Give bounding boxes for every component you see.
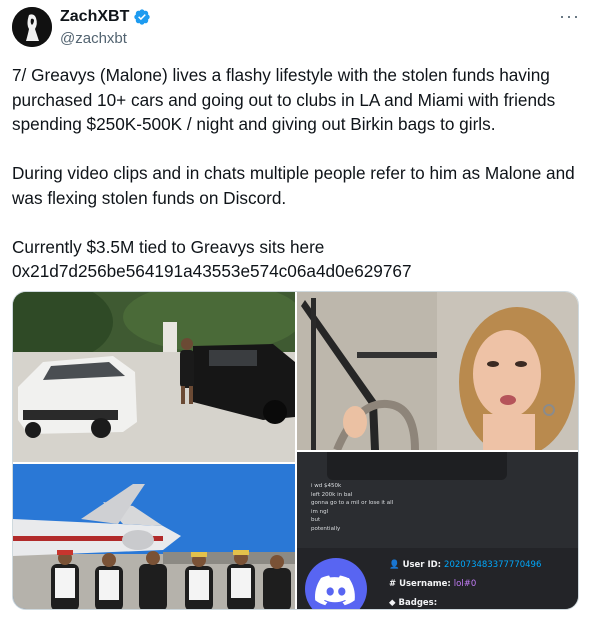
media-discord-screenshot[interactable]: i wd $450k left 200k in bal gonna go to … — [297, 452, 578, 609]
media-grid: i wd $450k left 200k in bal gonna go to … — [12, 291, 579, 610]
discord-username-label: Username: — [399, 579, 451, 589]
media-photo-cars[interactable] — [13, 292, 295, 462]
author-name-row: ZachXBT — [60, 8, 151, 26]
tweet-text: 7/ Greavys (Malone) lives a flashy lifes… — [12, 63, 587, 284]
discord-chat-line: potentially — [311, 525, 341, 532]
author-avatar[interactable] — [12, 7, 52, 47]
discord-user-id-label: User ID: — [402, 560, 442, 570]
tweet-paragraph-2: During video clips and in chats multiple… — [12, 163, 575, 208]
discord-username-value: lol#0 — [453, 579, 477, 589]
tweet: ZachXBT @zachxbt ··· 7/ Greavys (Malone)… — [0, 0, 600, 625]
media-photo-woman[interactable] — [297, 292, 578, 450]
woman-photo-image — [297, 292, 578, 450]
discord-logo-icon — [305, 558, 367, 609]
author-display-name[interactable]: ZachXBT — [60, 8, 129, 26]
badge-icon: ◆ — [389, 598, 396, 608]
discord-badges-label: Badges: — [398, 598, 438, 608]
discord-chat-line: gonna go to a mil or lose it all — [311, 500, 394, 507]
discord-username-row: # Username: lol#0 — [389, 579, 476, 589]
discord-chat-messages: i wd $450k left 200k in bal gonna go to … — [311, 482, 393, 534]
discord-chat-header — [327, 452, 507, 480]
tweet-paragraph-3: Currently $3.5M tied to Greavys sits her… — [12, 236, 412, 282]
discord-chat-line: but — [311, 517, 321, 524]
discord-chat-line: i wd $450k — [311, 483, 342, 489]
jet-photo-image — [13, 464, 295, 609]
discord-chat-line: im ngl — [311, 508, 329, 515]
media-photo-jet[interactable] — [13, 464, 295, 609]
avatar-image — [12, 7, 52, 47]
hash-icon: # — [389, 579, 397, 589]
more-options-icon[interactable]: ··· — [559, 6, 580, 27]
cars-photo-image — [13, 292, 295, 462]
discord-chat-line: left 200k in bal — [311, 491, 353, 498]
discord-user-id-value: 202073483377770496 — [444, 560, 542, 570]
verified-badge-icon — [134, 9, 151, 25]
tweet-paragraph-1: 7/ Greavys (Malone) lives a flashy lifes… — [12, 65, 556, 134]
discord-user-id-row: 👤 User ID: 202073483377770496 — [389, 560, 541, 570]
user-icon: 👤 — [389, 560, 400, 570]
author-handle[interactable]: @zachxbt — [60, 30, 127, 47]
discord-badges-row: ◆ Badges: — [389, 598, 437, 608]
